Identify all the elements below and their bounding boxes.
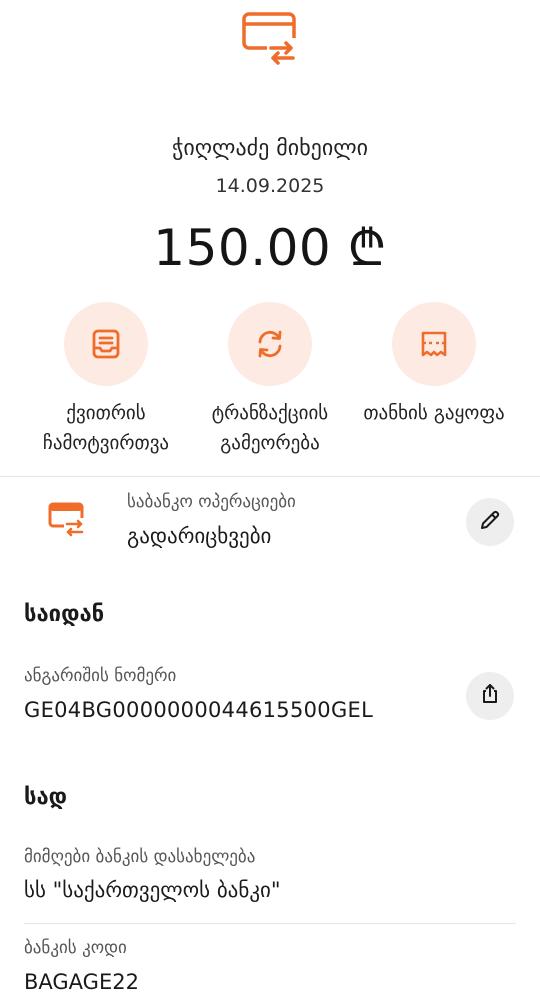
divider	[0, 476, 540, 477]
account-number-value: GE04BG0000000044615500GEL	[24, 698, 374, 722]
share-icon	[478, 682, 502, 710]
split-bill-icon	[392, 302, 476, 386]
category-card-transfer-icon	[48, 500, 86, 538]
account-number-caption: ანგარიშის ნომერი	[24, 666, 177, 686]
repeat-transaction-button[interactable]: ტრანზაქციის გამეორება	[185, 302, 355, 458]
edit-category-button[interactable]	[466, 498, 514, 546]
transaction-date: 14.09.2025	[215, 175, 325, 197]
bank-name-caption: მიმღები ბანკის დასახელება	[24, 847, 256, 867]
download-receipt-button[interactable]: ქვითრის ჩამოტვირთვა	[21, 302, 191, 458]
bank-name-value: სს "საქართველოს ბანკი"	[24, 878, 281, 902]
repeat-transaction-label: ტრანზაქციის გამეორება	[211, 402, 329, 454]
transaction-amount: 150.00 ₾	[153, 219, 387, 277]
bank-code-caption: ბანკის კოდი	[24, 938, 127, 958]
pencil-icon	[478, 508, 502, 536]
from-section-title: საიდან	[24, 602, 105, 627]
card-transfer-icon	[241, 10, 299, 68]
category-caption: საბანკო ოპერაციები	[127, 492, 296, 512]
recipient-name: ჭიღლაძე მიხეილი	[171, 136, 369, 161]
category-value: გადარიცხვები	[127, 524, 272, 548]
to-section-title: სად	[24, 785, 68, 810]
split-bill-button[interactable]: თანხის გაყოფა	[349, 302, 519, 428]
download-receipt-label: ქვითრის ჩამოტვირთვა	[42, 402, 170, 454]
receipt-download-icon	[64, 302, 148, 386]
share-account-button[interactable]	[466, 672, 514, 720]
repeat-icon	[228, 302, 312, 386]
divider	[24, 923, 516, 924]
quick-actions: ქვითრის ჩამოტვირთვა ტრანზაქციის გამეორებ…	[0, 302, 540, 462]
split-bill-label: თანხის გაყოფა	[363, 402, 505, 424]
bank-code-value: BAGAGE22	[24, 970, 139, 994]
